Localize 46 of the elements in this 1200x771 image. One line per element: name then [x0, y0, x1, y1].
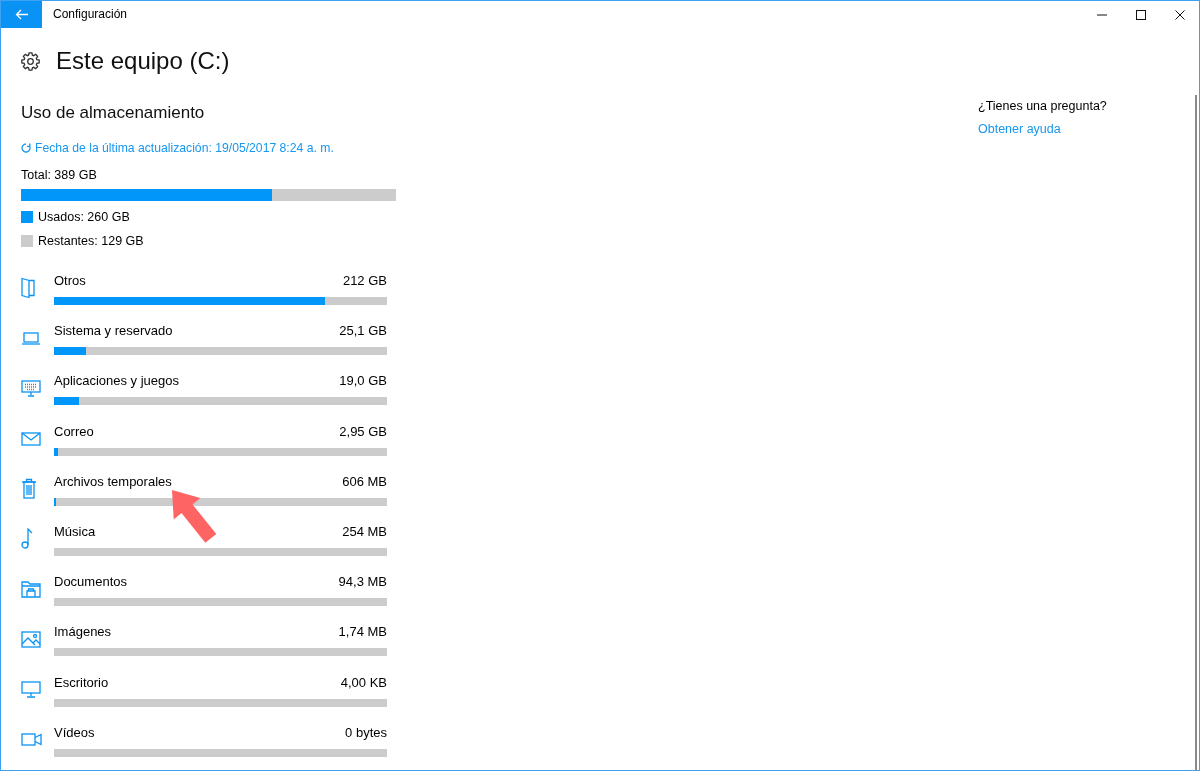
door-icon: [21, 277, 35, 299]
category-label[interactable]: Música: [54, 521, 96, 542]
legend-label: Usados: 260 GB: [38, 209, 130, 226]
image-icon: [21, 630, 41, 648]
arrow-left-icon: [15, 9, 28, 20]
category-size: 1,74 MB: [338, 623, 387, 642]
category-size: 0 bytes: [345, 723, 387, 742]
page-title: Este equipo (C:): [56, 46, 230, 76]
section-heading: Uso de almacenamiento: [21, 102, 205, 124]
category-size: 19,0 GB: [339, 372, 387, 391]
music-note-icon: [21, 528, 33, 550]
folder-icon: [21, 580, 41, 599]
gear-icon: [21, 51, 40, 71]
monitor-icon: [21, 681, 41, 698]
back-button[interactable]: [1, 1, 42, 28]
category-label[interactable]: Imágenes: [54, 622, 112, 643]
category-size: 25,1 GB: [339, 322, 387, 341]
category-label[interactable]: Documentos: [54, 572, 127, 593]
category-size: 94,3 MB: [338, 573, 387, 592]
close-icon: [1174, 9, 1185, 20]
window-title: Configuración: [52, 6, 128, 23]
help-question: ¿Tienes una pregunta?: [978, 98, 1107, 115]
total-label: Total: 389 GB: [21, 167, 97, 184]
category-size: 212 GB: [342, 272, 387, 290]
scrollbar-thumb[interactable]: [1195, 95, 1197, 771]
minimize-icon: [1096, 13, 1107, 16]
refresh-icon: [21, 143, 31, 153]
category-label[interactable]: Archivos temporales: [54, 471, 172, 492]
legend-label: Restantes: 129 GB: [38, 233, 144, 250]
category-size: 254 MB: [342, 522, 387, 541]
keyboard-icon: [21, 379, 41, 397]
category-label[interactable]: Otros: [54, 271, 86, 291]
category-label[interactable]: Vídeos: [54, 722, 95, 743]
envelope-icon: [21, 431, 41, 446]
category-size: 2,95 GB: [339, 422, 387, 441]
category-label[interactable]: Correo: [54, 421, 94, 442]
category-size: 4,00 KB: [340, 673, 387, 692]
video-camera-icon: [21, 733, 42, 747]
category-size: 606 MB: [342, 472, 387, 491]
trash-icon: [21, 478, 37, 500]
laptop-icon: [21, 331, 41, 345]
category-label[interactable]: Sistema y reservado: [54, 321, 173, 342]
category-label[interactable]: Aplicaciones y juegos: [54, 371, 180, 392]
annotation-arrow: [172, 490, 217, 543]
maximize-icon: [1135, 9, 1146, 20]
category-label[interactable]: Escritorio: [54, 672, 109, 693]
